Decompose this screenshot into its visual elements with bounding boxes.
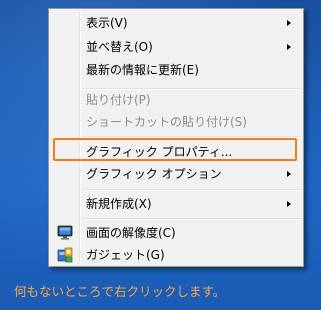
menu-item-sort-by[interactable]: 並べ替え(O) [51,36,301,58]
menu-item-refresh[interactable]: 最新の情報に更新(E) [51,59,301,81]
menu-item-label: 最新の情報に更新(E) [86,63,199,77]
menu-separator [82,189,301,191]
submenu-arrow-icon [287,44,291,50]
menu-item-label: ガジェット(G) [86,248,165,262]
menu-separator [82,136,301,138]
menu-item-gadgets[interactable]: ガジェット(G) [51,244,301,266]
menu-item-label: 新規作成(X) [86,197,152,211]
menu-item-paste[interactable]: 貼り付け(P) [51,89,301,111]
menu-item-label: ショートカットの貼り付け(S) [86,115,247,129]
instruction-caption: 何もないところで右クリックします。 [14,284,226,299]
menu-item-view[interactable]: 表示(V) [51,12,301,34]
menu-item-label: 画面の解像度(C) [86,226,176,240]
menu-item-label: 並べ替え(O) [86,40,153,54]
menu-item-new[interactable]: 新規作成(X) [51,193,301,215]
menu-item-paste-shortcut[interactable]: ショートカットの貼り付け(S) [51,111,301,133]
menu-item-graphics-properties[interactable]: グラフィック プロパティ... [51,141,301,163]
submenu-arrow-icon [287,20,291,26]
menu-item-label: グラフィック オプション [86,167,222,181]
desktop-context-menu: 表示(V) 並べ替え(O) 最新の情報に更新(E) 貼り付け(P) ショートカッ… [48,8,304,267]
menu-separator [82,218,301,220]
submenu-arrow-icon [287,171,291,177]
gadget-icon [57,247,73,263]
menu-item-label: グラフィック プロパティ... [86,145,233,159]
menu-item-graphics-options[interactable]: グラフィック オプション [51,163,301,185]
menu-item-label: 表示(V) [86,16,128,30]
menu-item-label: 貼り付け(P) [86,93,151,107]
submenu-arrow-icon [287,201,291,207]
monitor-icon [57,225,73,241]
menu-item-screen-resolution[interactable]: 画面の解像度(C) [51,222,301,244]
